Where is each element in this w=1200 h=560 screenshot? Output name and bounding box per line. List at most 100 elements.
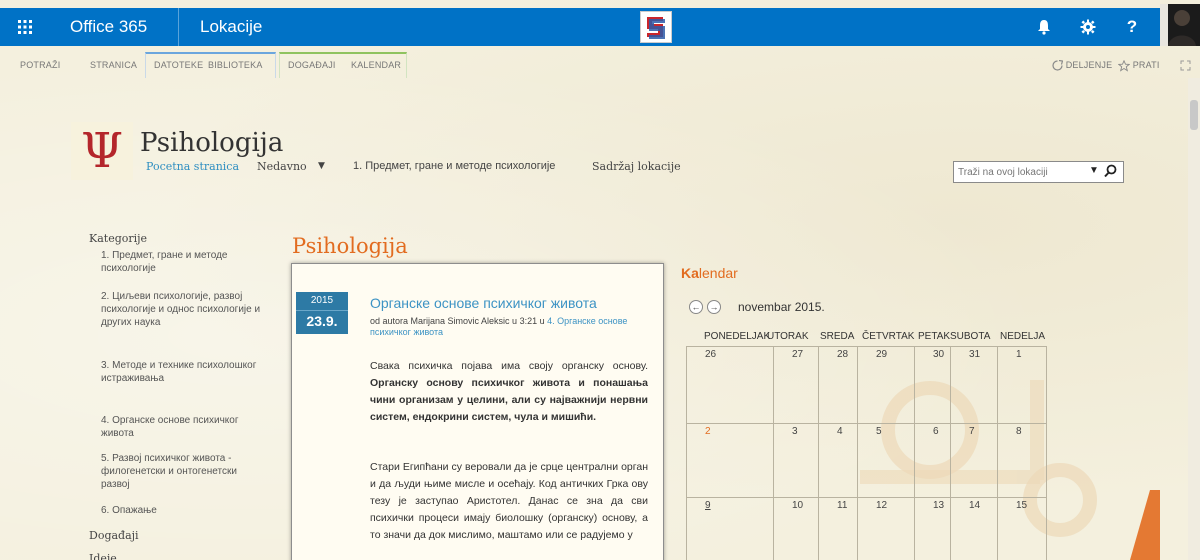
post-meta: od autora Marijana Simovic Aleksic u 3:2… bbox=[370, 316, 650, 338]
calendar-grid-line bbox=[686, 346, 1046, 347]
calendar-day[interactable]: 26 bbox=[705, 349, 716, 360]
follow-button[interactable]: PRATI bbox=[1117, 53, 1160, 77]
calendar-day[interactable]: 12 bbox=[876, 500, 887, 511]
nav-recent-link[interactable]: Nedavno bbox=[257, 160, 307, 173]
calendar-day[interactable]: 15 bbox=[1016, 500, 1027, 511]
calendar-day[interactable]: 2 bbox=[705, 426, 711, 437]
nav-site-contents-link[interactable]: Sadržaj lokacije bbox=[592, 160, 681, 173]
tab-page[interactable]: STRANICA bbox=[86, 53, 141, 77]
left-nav-item[interactable]: 6. Опажање bbox=[101, 504, 261, 517]
next-month-button[interactable]: → bbox=[707, 300, 721, 314]
user-avatar[interactable] bbox=[1160, 4, 1200, 46]
weekday-label: PONEDELJAK bbox=[704, 331, 771, 342]
left-nav-item[interactable]: 4. Органске основе психичког живота bbox=[101, 414, 261, 440]
calendar-day[interactable]: 27 bbox=[792, 349, 803, 360]
scrollbar-thumb[interactable] bbox=[1190, 100, 1198, 130]
calendar-day[interactable]: 28 bbox=[837, 349, 848, 360]
calendar-grid-line bbox=[1046, 346, 1047, 560]
left-nav-item[interactable]: 1. Предмет, гране и методе психологије bbox=[101, 249, 261, 275]
search-icon bbox=[1104, 164, 1117, 178]
post-paragraph-text: Свака психичка појава има своју органску… bbox=[370, 360, 648, 372]
app-launcher-button[interactable] bbox=[0, 8, 50, 46]
gear-decoration bbox=[860, 380, 1160, 560]
vertical-scrollbar[interactable] bbox=[1188, 78, 1200, 560]
search-input[interactable] bbox=[958, 165, 1078, 179]
calendar-grid-line bbox=[914, 346, 915, 560]
calendar-day[interactable]: 8 bbox=[1016, 426, 1022, 437]
chevron-down-icon[interactable]: ▼ bbox=[318, 161, 325, 171]
focus-icon bbox=[1180, 60, 1191, 71]
bell-icon bbox=[1038, 20, 1050, 35]
calendar-day[interactable]: 9 bbox=[705, 500, 711, 511]
calendar-day[interactable]: 31 bbox=[969, 349, 980, 360]
calendar-day[interactable]: 1 bbox=[1016, 349, 1022, 360]
site-title[interactable]: Psihologija bbox=[140, 128, 283, 158]
calendar-day[interactable]: 14 bbox=[969, 500, 980, 511]
tab-events[interactable]: DOGAĐAJI bbox=[284, 53, 340, 77]
calendar-day[interactable]: 11 bbox=[837, 500, 847, 511]
weekday-label: PETAK bbox=[918, 331, 951, 342]
page: { "suitebar": { "app_name": "Office 365"… bbox=[0, 0, 1200, 560]
calendar-day[interactable]: 5 bbox=[876, 426, 882, 437]
calendar-day[interactable]: 29 bbox=[876, 349, 887, 360]
calendar-day[interactable]: 6 bbox=[933, 426, 939, 437]
post-title-link[interactable]: Органске основе психичког живота bbox=[370, 295, 597, 311]
site-logo[interactable]: Ψ bbox=[71, 122, 133, 180]
events-heading[interactable]: Događaji bbox=[89, 529, 139, 542]
calendar-grid-line bbox=[686, 497, 1046, 498]
weekday-label: ČETVRTAK bbox=[862, 331, 915, 342]
tab-calendar[interactable]: KALENDAR bbox=[347, 53, 405, 77]
tab-library[interactable]: BIBLIOTEKA bbox=[204, 53, 267, 77]
post-paragraph: Стари Египћани су веровали да је срце це… bbox=[370, 461, 648, 541]
nav-topic-link[interactable]: 1. Предмет, гране и методе психологије bbox=[353, 160, 555, 172]
focus-button[interactable] bbox=[1180, 53, 1191, 77]
gear-icon bbox=[1080, 19, 1096, 35]
post-paragraph-bold: Органску основу психичког живота и понаш… bbox=[370, 377, 648, 423]
calendar-grid-line bbox=[997, 346, 998, 560]
search-button[interactable] bbox=[1104, 164, 1117, 181]
calendar-grid-line bbox=[773, 346, 774, 560]
weekday-label: NEDELJA bbox=[1000, 331, 1046, 342]
calendar-day[interactable]: 4 bbox=[837, 426, 843, 437]
left-nav-item[interactable]: 3. Методе и технике психолошког истражив… bbox=[101, 359, 261, 385]
post-paragraph: Свака психичка појава има своју органску… bbox=[370, 358, 648, 426]
nav-home-link[interactable]: Pocetna stranica bbox=[146, 160, 239, 173]
calendar-day[interactable]: 30 bbox=[933, 349, 944, 360]
calendar-day[interactable]: 10 bbox=[792, 500, 803, 511]
tab-files[interactable]: DATOTEKE bbox=[150, 53, 207, 77]
left-nav-item[interactable]: 5. Развој психичког живота - филогенетск… bbox=[101, 452, 261, 491]
calendar-grid-line bbox=[950, 346, 951, 560]
calendar-grid-line bbox=[686, 423, 1046, 424]
post-date-badge: 2015 23.9. bbox=[296, 292, 348, 334]
calendar-grid-line bbox=[818, 346, 819, 560]
settings-button[interactable] bbox=[1066, 8, 1110, 46]
calendar-day[interactable]: 3 bbox=[792, 426, 798, 437]
calendar-day[interactable]: 13 bbox=[933, 500, 944, 511]
calendar-title-bold: Ka bbox=[681, 265, 699, 281]
post-day: 23.9. bbox=[296, 310, 348, 329]
share-icon bbox=[1052, 60, 1064, 71]
weekday-label: SUBOTA bbox=[950, 331, 991, 342]
ribbon-tabs: POTRAŽI STRANICA DATOTEKE BIBLIOTEKA DOG… bbox=[0, 52, 1200, 78]
calendar-month-label: novembar 2015. bbox=[738, 300, 825, 314]
calendar-day[interactable]: 7 bbox=[969, 426, 975, 437]
office365-link[interactable]: Office 365 bbox=[70, 8, 147, 46]
sites-link[interactable]: Lokacije bbox=[200, 8, 262, 46]
notifications-button[interactable] bbox=[1022, 8, 1066, 46]
share-button[interactable]: DELJENJE bbox=[1052, 53, 1112, 77]
help-button[interactable]: ? bbox=[1110, 8, 1154, 46]
tab-browse[interactable]: POTRAŽI bbox=[16, 53, 64, 77]
search-scope-dropdown-icon[interactable]: ▼ bbox=[1089, 165, 1099, 176]
suite-bar-divider bbox=[178, 8, 179, 46]
post-author-line: od autora Marijana Simovic Aleksic u 3:2… bbox=[370, 316, 548, 326]
waffle-icon bbox=[18, 20, 32, 34]
post-year: 2015 bbox=[310, 295, 334, 306]
categories-heading[interactable]: Kategorije bbox=[89, 232, 147, 245]
weekday-label: SREDA bbox=[820, 331, 855, 342]
calendar-title[interactable]: Kalendar bbox=[681, 265, 738, 281]
page-title: Psihologija bbox=[292, 234, 408, 258]
ideas-heading[interactable]: Ideje bbox=[89, 552, 117, 560]
star-icon bbox=[1117, 59, 1131, 72]
left-nav-item[interactable]: 2. Циљеви психологије, развој психологиј… bbox=[101, 290, 261, 329]
prev-month-button[interactable]: ← bbox=[689, 300, 703, 314]
